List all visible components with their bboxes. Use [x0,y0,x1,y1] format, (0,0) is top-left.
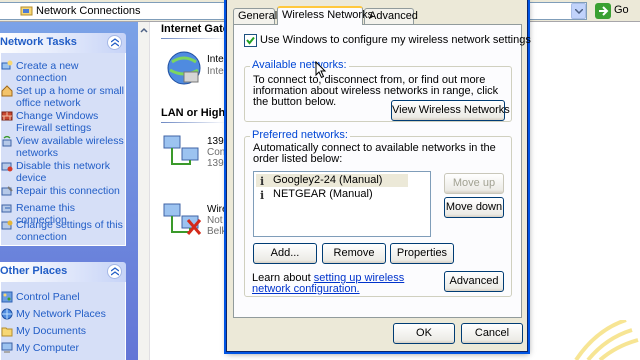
wireless-properties-dialog: General Wireless Networks Advanced Use W… [226,0,531,352]
settings-icon [1,220,13,230]
scroll-up-icon[interactable] [138,24,150,38]
group-divider [161,38,227,39]
network-connection-icon [163,135,199,165]
go-arrow-icon [595,3,611,19]
other-places-panel: Control Panel My Network Places My Docum… [0,282,126,360]
task-pane: Network Tasks Create a new connection Se… [0,22,138,360]
network-info-icon: i [260,189,265,202]
repair-icon [1,186,13,196]
disable-icon [1,162,13,172]
list-item[interactable]: i Googley2-24 (Manual) [256,174,408,188]
address-text: Network Connections [36,5,141,17]
learn-about-text: Learn about setting up wireless network … [252,272,405,295]
network-tasks-header[interactable]: Network Tasks [0,33,126,53]
cancel-button[interactable]: Cancel [461,323,523,344]
chevron-down-icon [575,9,583,14]
go-button[interactable]: Go [592,2,638,20]
remove-button[interactable]: Remove [322,243,386,264]
address-field[interactable]: Network Connections [0,2,226,20]
go-label: Go [614,4,629,16]
network-folder-icon [20,6,33,16]
move-down-button[interactable]: Move down [444,197,504,218]
control-panel-icon [1,291,13,303]
network-tasks-title: Network Tasks [0,36,77,48]
advanced-button[interactable]: Advanced [444,271,504,292]
use-windows-label[interactable]: Use Windows to configure my wireless net… [260,34,531,47]
preferred-networks-legend: Preferred networks: [250,129,350,141]
collapse-chevron-icon[interactable] [107,35,122,50]
use-windows-checkbox[interactable] [244,34,257,47]
tab-general[interactable]: General [233,8,277,24]
wireless-connection-icon [163,203,202,235]
computer-icon [1,342,13,353]
network-places-icon [1,308,13,320]
ok-button[interactable]: OK [393,323,455,344]
collapse-chevron-icon[interactable] [107,264,122,279]
network-info-icon: i [260,175,265,188]
wireless-networks-panel: Use Windows to configure my wireless net… [233,24,531,318]
firewall-icon [1,111,13,121]
mouse-pointer-icon [315,61,327,79]
preferred-networks-description: Automatically connect to available netwo… [253,142,496,165]
documents-icon [1,327,13,337]
new-connection-icon [1,60,13,70]
list-item[interactable]: i NETGEAR (Manual) [256,188,408,202]
rename-icon [1,204,12,213]
internet-gateway-icon [167,51,201,85]
vertical-scrollbar[interactable] [138,22,150,360]
properties-button[interactable]: Properties [390,243,454,264]
group-title-lan: LAN or High-S [161,107,237,119]
signal-watermark-icon [574,320,639,360]
move-up-button[interactable]: Move up [444,173,504,194]
other-places-header[interactable]: Other Places [0,262,126,282]
group-divider [161,122,227,123]
available-networks-legend: Available networks: [250,59,349,71]
other-places-title: Other Places [0,265,68,277]
home-network-icon [1,85,13,97]
address-dropdown-button[interactable] [571,3,586,19]
tab-wireless-networks[interactable]: Wireless Networks [277,6,373,25]
add-button[interactable]: Add... [253,243,317,264]
wireless-icon [2,135,12,147]
network-tasks-panel: Create a new connection Set up a home or… [0,53,126,246]
preferred-networks-list[interactable]: i Googley2-24 (Manual) i NETGEAR (Manual… [253,171,431,237]
group-title-internet: Internet Gate [161,23,229,35]
view-wireless-networks-button[interactable]: View Wireless Networks [391,100,510,121]
checkmark-icon [246,36,255,45]
